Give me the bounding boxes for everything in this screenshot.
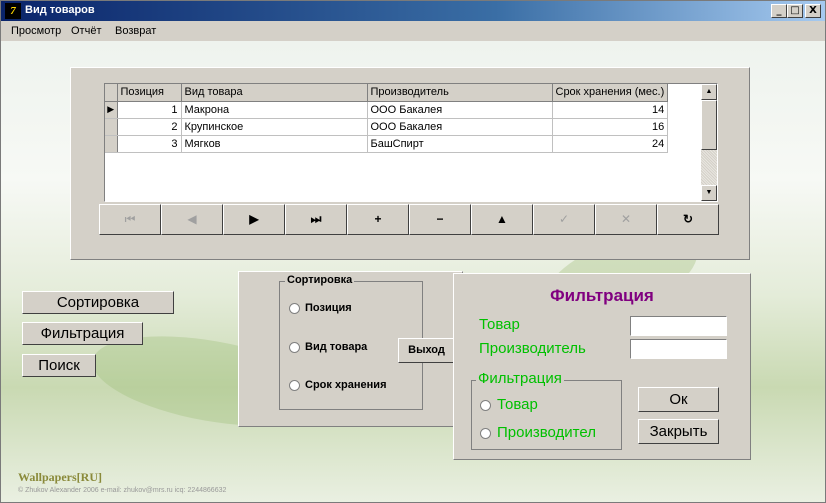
table-cell[interactable]: 24 <box>552 135 669 153</box>
close-button[interactable]: X <box>805 4 821 18</box>
sort-group-caption: Сортировка <box>285 274 355 286</box>
nav-post-button[interactable]: ✓ <box>533 204 595 235</box>
vertical-scrollbar[interactable]: ▲ ▼ <box>701 84 717 201</box>
filter-radio-product[interactable] <box>480 400 491 411</box>
nav-first-button[interactable]: ⏮ <box>99 204 161 235</box>
filter-button[interactable]: Фильтрация <box>22 322 143 345</box>
table-cell[interactable]: Мягков <box>181 135 368 153</box>
menu-bar: Просмотр Отчёт Возврат <box>1 21 825 41</box>
title-bar[interactable]: 7 Вид товаров _ □ X <box>1 1 825 21</box>
filter-radio-maker[interactable] <box>480 428 491 439</box>
product-filter-input[interactable] <box>630 316 727 336</box>
table-cell[interactable]: Макрона <box>181 101 368 119</box>
sort-option-label: Срок хранения <box>305 379 387 391</box>
menu-report[interactable]: Отчёт <box>71 25 101 37</box>
maker-filter-input[interactable] <box>630 339 727 359</box>
db-navigator: ⏮ ◀ ▶ ⏭ + − ▲ ✓ ✕ ↻ <box>99 204 721 235</box>
table-cell[interactable]: 14 <box>552 101 669 119</box>
window-title: Вид товаров <box>25 4 95 16</box>
maximize-button[interactable]: □ <box>787 4 803 18</box>
row-indicator-cell <box>105 118 118 136</box>
delphi-7-icon[interactable]: 7 <box>5 3 21 19</box>
products-table: Позиция Вид товара Производитель Срок хр… <box>105 84 669 153</box>
nav-next-button[interactable]: ▶ <box>223 204 285 235</box>
nav-refresh-button[interactable]: ↻ <box>657 204 719 235</box>
sort-radio-shelf-life[interactable] <box>289 380 300 391</box>
maker-label: Производитель <box>479 340 586 357</box>
filter-option-label: Производител <box>497 424 596 441</box>
table-header-row: Позиция Вид товара Производитель Срок хр… <box>105 84 669 102</box>
table-cell[interactable]: Крупинское <box>181 118 368 136</box>
nav-last-button[interactable]: ⏭ <box>285 204 347 235</box>
minimize-button[interactable]: _ <box>771 4 787 18</box>
client-area: Позиция Вид товара Производитель Срок хр… <box>1 41 825 502</box>
close-filter-button[interactable]: Закрыть <box>638 419 719 444</box>
sort-radio-position[interactable] <box>289 303 300 314</box>
grid-panel: Позиция Вид товара Производитель Срок хр… <box>70 67 750 260</box>
wallpaper-credit: © Zhukov Alexander 2006 e-mail: zhukov@m… <box>18 487 227 494</box>
nav-cancel-button[interactable]: ✕ <box>595 204 657 235</box>
nav-delete-button[interactable]: − <box>409 204 471 235</box>
column-header-position[interactable]: Позиция <box>117 84 182 102</box>
menu-view[interactable]: Просмотр <box>11 25 61 37</box>
product-label: Товар <box>479 316 520 333</box>
sort-option-label: Позиция <box>305 302 352 314</box>
nav-insert-button[interactable]: + <box>347 204 409 235</box>
current-row-indicator: ▶ <box>105 101 118 119</box>
table-cell[interactable]: 3 <box>117 135 182 153</box>
exit-button[interactable]: Выход <box>398 338 455 363</box>
filter-option-label: Товар <box>497 396 538 413</box>
menu-return[interactable]: Возврат <box>115 25 156 37</box>
table-row[interactable]: 3 Мягков БашСпирт 24 <box>105 135 669 153</box>
table-cell[interactable]: 2 <box>117 118 182 136</box>
sort-radio-product-type[interactable] <box>289 342 300 353</box>
ok-button[interactable]: Ок <box>638 387 719 412</box>
search-button[interactable]: Поиск <box>22 354 96 377</box>
row-indicator-cell <box>105 135 118 153</box>
table-cell[interactable]: ООО Бакалея <box>367 101 553 119</box>
nav-prior-button[interactable]: ◀ <box>161 204 223 235</box>
sort-option-label: Вид товара <box>305 341 368 353</box>
sort-panel: Сортировка Позиция Вид товара Срок хране… <box>238 271 463 427</box>
scroll-thumb[interactable] <box>701 100 717 150</box>
scroll-up-arrow-icon[interactable]: ▲ <box>701 84 717 100</box>
filter-panel: Фильтрация Товар Производитель Фильтраци… <box>453 273 751 460</box>
column-header-product-type[interactable]: Вид товара <box>181 84 368 102</box>
scroll-down-arrow-icon[interactable]: ▼ <box>701 185 717 201</box>
column-header-manufacturer[interactable]: Производитель <box>367 84 553 102</box>
table-cell[interactable]: БашСпирт <box>367 135 553 153</box>
dbgrid[interactable]: Позиция Вид товара Производитель Срок хр… <box>104 83 718 202</box>
header-indicator-cell <box>105 84 118 102</box>
table-cell[interactable]: ООО Бакалея <box>367 118 553 136</box>
table-row[interactable]: ▶ 1 Макрона ООО Бакалея 14 <box>105 101 669 119</box>
table-cell[interactable]: 1 <box>117 101 182 119</box>
filter-title: Фильтрация <box>550 286 654 305</box>
sort-button[interactable]: Сортировка <box>22 291 174 314</box>
main-window: 7 Вид товаров _ □ X Просмотр Отчёт Возвр… <box>0 0 826 503</box>
column-header-shelf-life[interactable]: Срок хранения (мес.) <box>552 84 669 102</box>
filter-group-caption: Фильтрация <box>476 370 564 387</box>
nav-edit-button[interactable]: ▲ <box>471 204 533 235</box>
table-row[interactable]: 2 Крупинское ООО Бакалея 16 <box>105 118 669 136</box>
wallpaper-brand: Wallpapers[RU] <box>18 470 102 484</box>
table-cell[interactable]: 16 <box>552 118 669 136</box>
